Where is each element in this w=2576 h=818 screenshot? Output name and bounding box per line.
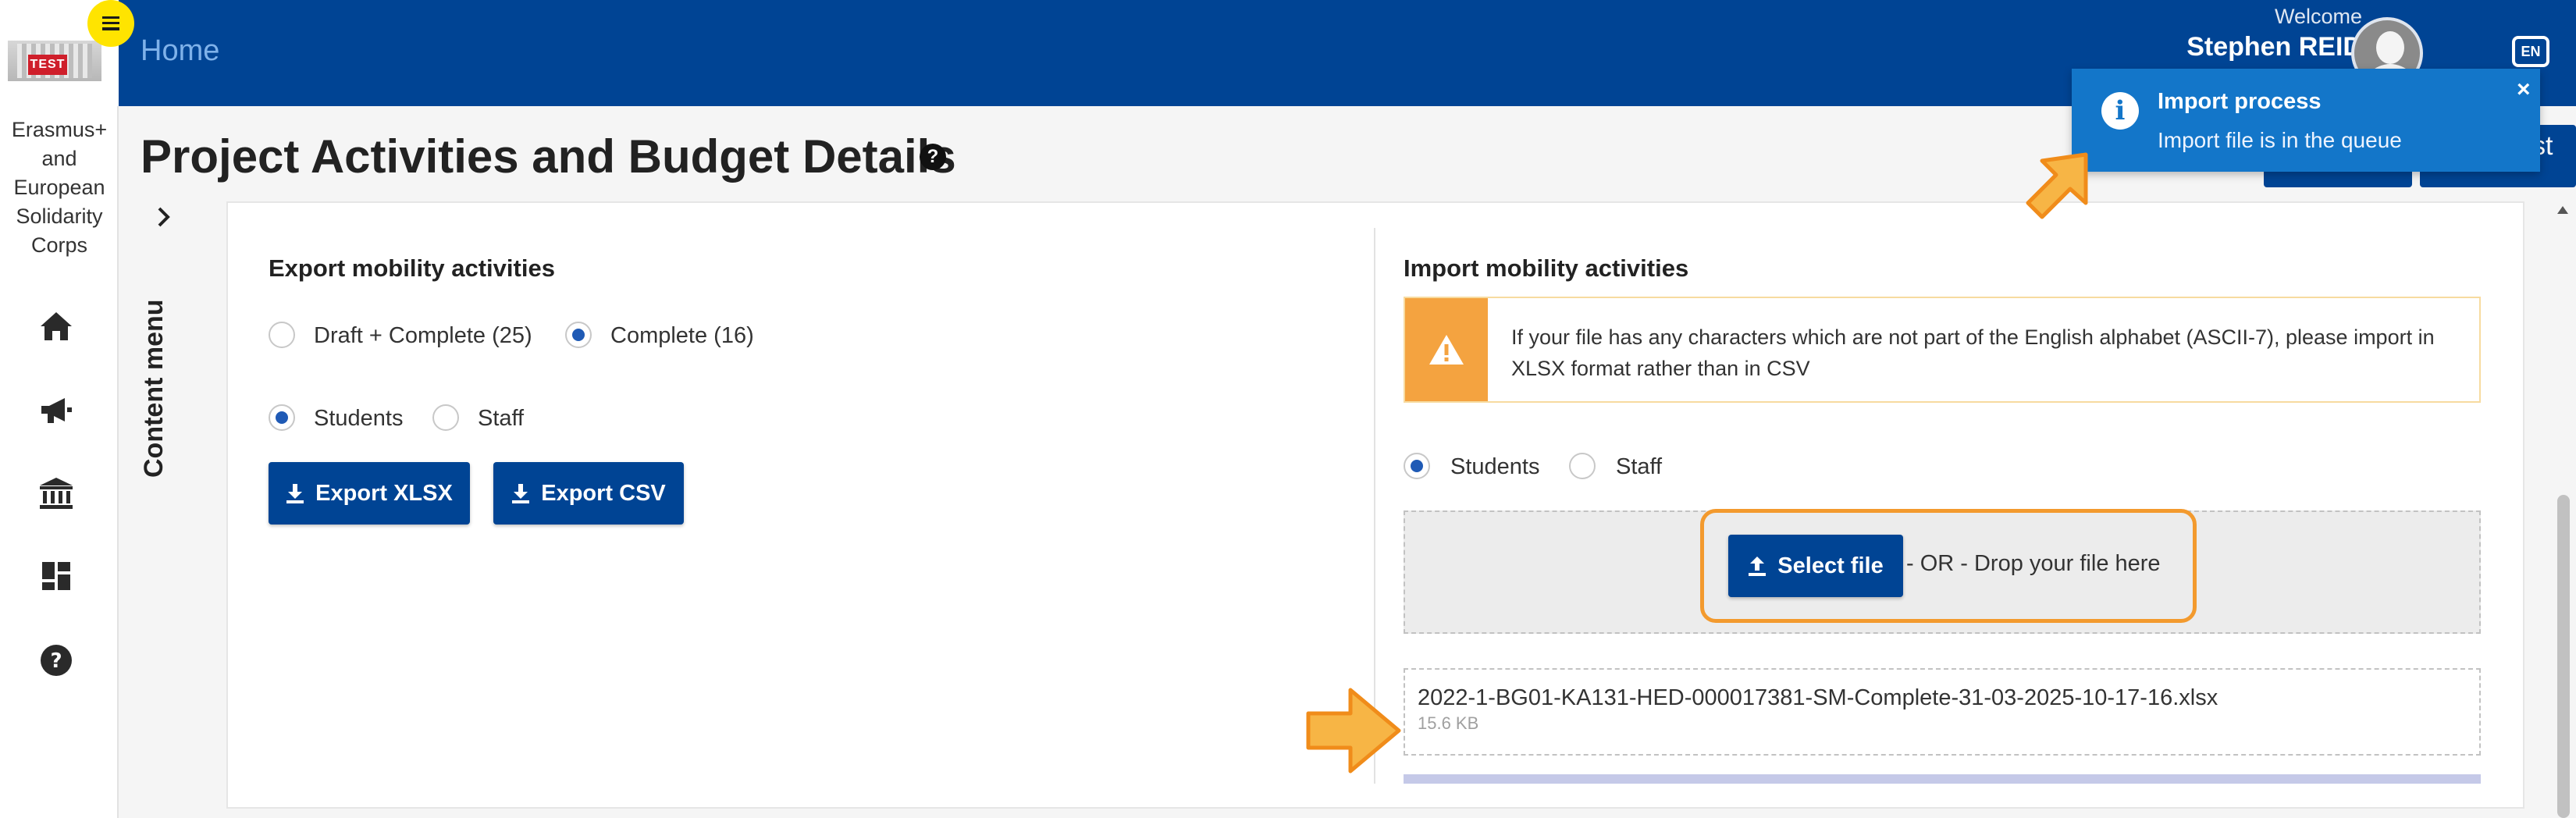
ascii-warning-callout: If your file has any characters which ar… [1404,297,2481,403]
chevron-right-icon[interactable] [153,206,175,228]
select-file-button[interactable]: Select file [1728,535,1903,597]
pointer-arrow-icon [2026,152,2088,219]
radio-import-students[interactable] [1404,453,1430,479]
upload-progress-bar [1404,774,2481,784]
radio-complete[interactable] [565,322,592,348]
scroll-up-arrow[interactable] [2557,206,2568,214]
home-breadcrumb-link[interactable]: Home [141,34,219,68]
radio-label-draft-complete: Draft + Complete (25) [314,323,532,348]
content-menu-label[interactable]: Content menu [139,299,169,478]
warning-icon [1405,298,1488,401]
page-title: Project Activities and Budget Details [141,130,956,183]
home-icon[interactable] [36,306,76,347]
import-toast-notification: i Import process Import file is in the q… [2072,69,2540,172]
institution-icon[interactable] [36,473,76,514]
file-name: 2022-1-BG01-KA131-HED-000017381-SM-Compl… [1418,685,2218,710]
upload-icon [1748,556,1767,576]
radio-label-export-students: Students [314,406,404,431]
dashboard-icon[interactable] [36,556,76,596]
megaphone-icon[interactable] [36,390,76,431]
export-xlsx-label: Export XLSX [315,480,453,506]
radio-import-staff[interactable] [1569,453,1596,479]
import-section-title: Import mobility activities [1404,254,1689,282]
pointer-arrow-icon [1306,688,1401,774]
drop-file-text: - OR - Drop your file here [1906,551,2161,576]
close-icon[interactable]: × [2517,78,2531,101]
svg-text:?: ? [50,649,62,673]
download-icon [511,483,530,503]
export-csv-label: Export CSV [541,480,666,506]
radio-draft-complete[interactable] [269,322,295,348]
menu-toggle-button[interactable] [87,0,134,47]
radio-label-complete: Complete (16) [610,323,754,348]
radio-export-staff[interactable] [432,404,459,431]
toast-message: Import file is in the queue [2158,128,2402,152]
export-section-title: Export mobility activities [269,254,555,282]
file-size: 15.6 KB [1418,713,1479,733]
uploaded-file-item: 2022-1-BG01-KA131-HED-000017381-SM-Compl… [1404,668,2481,756]
radio-label-import-staff: Staff [1616,454,1663,479]
export-xlsx-button[interactable]: Export XLSX [269,462,470,525]
help-icon[interactable]: ? [920,144,946,170]
toast-title: Import process [2158,89,2322,114]
info-icon: i [2101,92,2139,130]
warning-text: If your file has any characters which ar… [1511,325,2435,380]
radio-label-export-staff: Staff [478,406,525,431]
radio-label-import-students: Students [1450,454,1540,479]
content-menu-panel[interactable] [119,201,203,818]
program-name: Erasmus+ and European Solidarity Corps [11,118,108,257]
help-icon[interactable]: ? [36,640,76,681]
left-sidebar: TEST Erasmus+ and European Solidarity Co… [0,0,119,818]
export-csv-button[interactable]: Export CSV [493,462,684,525]
user-name[interactable]: Stephen REID [2186,32,2362,62]
logo-test-label: TEST [28,55,67,75]
radio-export-students[interactable] [269,404,295,431]
welcome-label: Welcome [2274,5,2362,28]
hamburger-icon [102,16,119,30]
select-file-label: Select file [1777,553,1884,578]
download-icon [286,483,304,503]
scrollbar-thumb[interactable] [2557,495,2570,818]
language-selector[interactable]: EN [2512,36,2549,67]
user-welcome: Welcome Stephen REID [2186,5,2362,62]
